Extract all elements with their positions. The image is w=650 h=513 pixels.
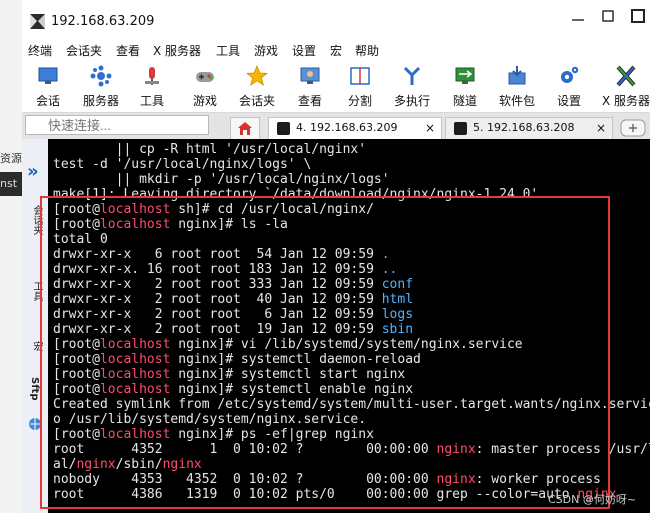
servers-label: 服务器 [82, 94, 119, 108]
multi-exec-button[interactable]: 多执行 [390, 62, 434, 112]
tools-button[interactable]: 工具 [132, 62, 172, 112]
background-left-strip [0, 0, 23, 513]
multi-exec-label: 多执行 [393, 94, 430, 108]
home-icon [238, 122, 252, 135]
background-text-resources: 资源 [0, 152, 22, 165]
packages-label: 软件包 [498, 94, 535, 108]
tunnel-icon [455, 67, 475, 84]
settings-label: 设置 [556, 94, 581, 108]
highlight-annotation-box [40, 196, 610, 509]
split-button[interactable]: 分割 [340, 62, 380, 112]
games-button[interactable]: 游戏 [185, 62, 225, 112]
tunnel-label: 隧道 [452, 94, 477, 108]
x-server-label: X 服务器 [602, 94, 650, 108]
terminal-text: || cp -R html '/usr/local/nginx' [53, 142, 367, 157]
tab-close-icon[interactable]: × [425, 118, 435, 138]
gamepad-icon [196, 72, 214, 82]
side-tab-sftp[interactable]: Sftp [29, 377, 40, 401]
menu-help[interactable]: 帮助 [355, 42, 379, 59]
settings-gear-icon [561, 66, 579, 83]
menu-tools[interactable]: 工具 [216, 42, 240, 59]
tab-close-icon[interactable]: × [596, 118, 606, 138]
x-server-icon [616, 65, 636, 87]
servers-button[interactable]: 服务器 [78, 62, 124, 112]
session-button[interactable]: 会话 [28, 62, 68, 112]
view-label: 查看 [297, 94, 322, 108]
terminal-tab-icon [454, 122, 467, 135]
maximize-icon[interactable] [600, 8, 616, 24]
packages-button[interactable]: 软件包 [495, 62, 539, 112]
terminal-text: test -d '/usr/local/nginx/logs' \ [53, 157, 312, 172]
minimize-icon[interactable] [570, 8, 586, 24]
tab-session-5[interactable]: 5. 192.168.63.208 × [445, 117, 613, 139]
view-icon [300, 67, 320, 84]
menu-sessions[interactable]: 会话夹 [66, 42, 102, 59]
toolbar: 会话 服务器 工具 游戏 会话夹 查看 分割 多执行 隧道 软件包 设置 X 服… [22, 62, 650, 113]
menu-terminal[interactable]: 终端 [28, 42, 52, 59]
menu-macros[interactable]: 宏 [330, 42, 342, 59]
home-tab[interactable] [230, 117, 260, 140]
title-bar: 192.168.63.209 [22, 0, 650, 38]
split-icon [350, 67, 370, 85]
menu-view[interactable]: 查看 [116, 42, 140, 59]
x-server-button[interactable]: X 服务器 [602, 62, 650, 112]
menu-x-server[interactable]: X 服务器 [153, 42, 201, 59]
tab-label: 5. 192.168.63.208 [473, 121, 575, 134]
background-text-dark: nst [0, 172, 22, 196]
tools-label: 工具 [139, 94, 164, 108]
close-window-icon[interactable] [630, 8, 646, 24]
settings-button[interactable]: 设置 [549, 62, 589, 112]
tools-icon [145, 67, 159, 85]
tab-session-4[interactable]: 4. 192.168.63.209 × [268, 117, 442, 139]
view-button[interactable]: 查看 [290, 62, 330, 112]
menu-bar: 终端 会话夹 查看 X 服务器 工具 游戏 设置 宏 帮助 [22, 38, 650, 63]
new-tab-icon[interactable] [620, 119, 646, 137]
watermark: CSDN @何妨呀~ [548, 493, 637, 506]
sessions-folder-label: 会话夹 [238, 94, 275, 108]
window-title: 192.168.63.209 [51, 14, 155, 29]
app-icon [30, 14, 45, 29]
menu-games[interactable]: 游戏 [254, 42, 278, 59]
star-icon [246, 65, 268, 86]
tab-bar: 4. 192.168.63.209 × 5. 192.168.63.208 × [22, 113, 650, 140]
terminal-line: || cp -R html '/usr/local/nginx' [53, 142, 650, 157]
package-icon [508, 66, 526, 85]
terminal-text: || mkdir -p '/usr/local/nginx/logs' [53, 172, 390, 187]
tab-label: 4. 192.168.63.209 [296, 121, 398, 134]
session-label: 会话 [35, 94, 60, 108]
collapse-arrow-icon[interactable]: » [27, 161, 39, 182]
games-label: 游戏 [192, 94, 217, 108]
session-monitor-icon [38, 67, 58, 84]
menu-settings[interactable]: 设置 [292, 42, 316, 59]
terminal-line: || mkdir -p '/usr/local/nginx/logs' [53, 172, 650, 187]
servers-icon [90, 65, 112, 87]
sessions-folder-button[interactable]: 会话夹 [234, 62, 280, 112]
tunnel-button[interactable]: 隧道 [445, 62, 485, 112]
terminal-tab-icon [277, 122, 290, 135]
terminal-line: test -d '/usr/local/nginx/logs' \ [53, 157, 650, 172]
multi-exec-icon [403, 66, 421, 85]
split-label: 分割 [347, 94, 372, 108]
quick-connect-input[interactable] [25, 115, 209, 135]
